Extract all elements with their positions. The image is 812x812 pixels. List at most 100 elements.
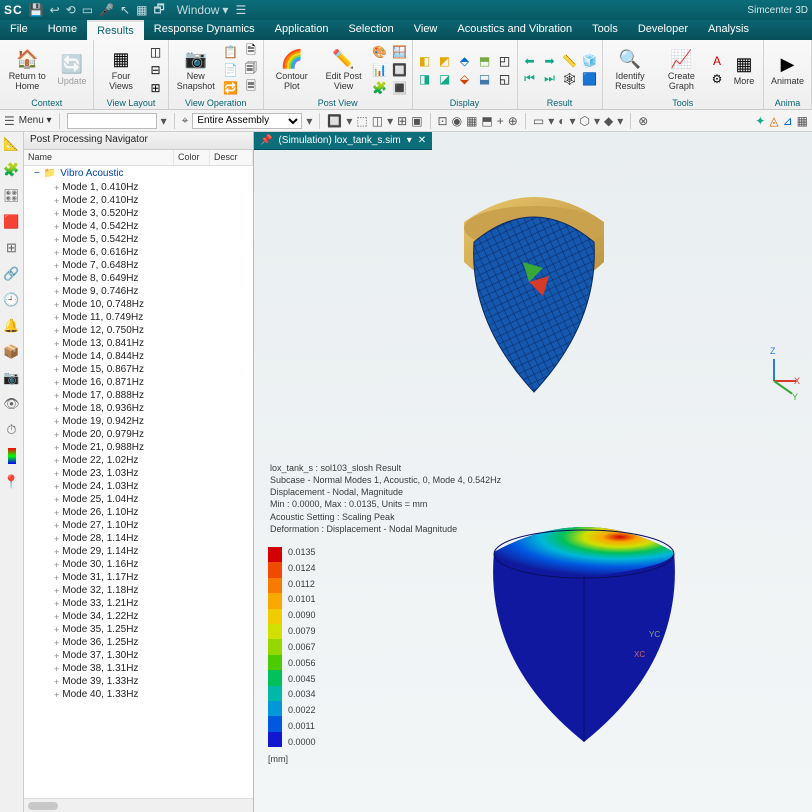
pv-c-icon[interactable]: 🧩 [371,80,387,96]
sb-cam-icon[interactable]: 📷 [4,370,20,386]
cube-h-icon[interactable]: ⬓ [477,71,493,87]
ts-n-icon[interactable]: ⬡ [580,114,590,128]
tree-item-mode[interactable]: +Mode 28, 1.14Hz [24,532,253,545]
filter-icon[interactable]: ⌖ [182,113,189,128]
col-name[interactable]: Name [24,150,174,165]
cube-f-icon[interactable]: ⬙ [457,71,473,87]
sb-pin-icon[interactable]: 📍 [4,474,20,490]
ts-k-icon[interactable]: ⊕ [508,114,518,128]
cube-d-icon[interactable]: ◪ [437,71,453,87]
tree-item-mode[interactable]: +Mode 7, 0.648Hz [24,259,253,272]
ts-p-icon[interactable]: ⊗ [638,114,648,128]
next-icon[interactable]: ➡ [542,53,558,69]
tab-selection[interactable]: Selection [338,20,403,40]
tree-item-mode[interactable]: +Mode 14, 0.844Hz [24,350,253,363]
col-color[interactable]: Color [174,150,210,165]
tree-item-mode[interactable]: +Mode 5, 0.542Hz [24,233,253,246]
cube-j-icon[interactable]: ◱ [497,71,513,87]
contour-plot-button[interactable]: 🌈Contour Plot [268,45,316,94]
identify-results-button[interactable]: 🔍Identify Results [607,45,654,94]
tree-item-mode[interactable]: +Mode 18, 0.936Hz [24,402,253,415]
tab-acoustics-and-vibration[interactable]: Acoustics and Vibration [447,20,582,40]
cube-b-icon[interactable]: ◨ [417,71,433,87]
tree-item-mode[interactable]: +Mode 4, 0.542Hz [24,220,253,233]
ts-i-icon[interactable]: ⬒ [481,114,492,128]
cube-e-icon[interactable]: ⬘ [457,53,473,69]
ts-r-icon[interactable]: ◬ [769,114,778,128]
tab-file[interactable]: File [0,20,38,40]
layout-icon[interactable]: 🗗 [153,0,164,21]
edit-post-view-button[interactable]: ✏️Edit Post View [320,45,368,94]
more-button[interactable]: ▦More [729,50,759,89]
tree-item-mode[interactable]: +Mode 34, 1.22Hz [24,610,253,623]
navigator-list[interactable]: −📁Vibro Acoustic +Mode 1, 0.410Hz+Mode 2… [24,166,253,798]
ts-a-icon[interactable]: 🔲 [327,114,342,128]
tree-root-vibro[interactable]: −📁Vibro Acoustic [24,166,253,181]
tab-developer[interactable]: Developer [628,20,698,40]
tree-item-mode[interactable]: +Mode 20, 0.979Hz [24,428,253,441]
document-tab[interactable]: 📌 (Simulation) lox_tank_s.sim ▾ ✕ [254,132,432,150]
search-field[interactable] [67,113,157,129]
ts-d-icon[interactable]: ⊞ [397,114,407,128]
ts-j-icon[interactable]: + [497,114,504,128]
tree-item-mode[interactable]: +Mode 3, 0.520Hz [24,207,253,220]
tree-item-mode[interactable]: +Mode 33, 1.21Hz [24,597,253,610]
pv-d-icon[interactable]: 🪟 [391,44,407,60]
sb-part-icon[interactable]: 📐 [4,136,20,152]
tree-item-mode[interactable]: +Mode 15, 0.867Hz [24,363,253,376]
tab-results[interactable]: Results [87,20,144,40]
cube-c-icon[interactable]: ◩ [437,53,453,69]
tree-item-mode[interactable]: +Mode 23, 1.03Hz [24,467,253,480]
tree-item-mode[interactable]: +Mode 36, 1.25Hz [24,636,253,649]
sb-bell-icon[interactable]: 🔔 [4,318,20,334]
font-icon[interactable]: A [709,53,725,69]
copy-icon[interactable]: 📋 [223,44,239,60]
tab-response-dynamics[interactable]: Response Dynamics [144,20,265,40]
tree-item-mode[interactable]: +Mode 32, 1.18Hz [24,584,253,597]
tree-item-mode[interactable]: +Mode 6, 0.616Hz [24,246,253,259]
cube-i-icon[interactable]: ◰ [497,53,513,69]
tree-item-mode[interactable]: +Mode 25, 1.04Hz [24,493,253,506]
tree-item-mode[interactable]: +Mode 11, 0.749Hz [24,311,253,324]
ts-o-icon[interactable]: ◆ [604,114,613,128]
layout-c-icon[interactable]: ⊞ [148,80,164,96]
ts-c-icon[interactable]: ◫ [372,114,383,128]
sync-icon[interactable]: 🔁 [223,80,239,96]
navigator-hscroll[interactable] [24,798,253,812]
ts-t-icon[interactable]: ▦ [797,114,808,128]
col-desc[interactable]: Descr [210,150,253,165]
tree-item-mode[interactable]: +Mode 17, 0.888Hz [24,389,253,402]
new-snapshot-button[interactable]: 📷New Snapshot [173,45,219,94]
ts-m-icon[interactable]: ◐ [558,114,565,128]
pin-icon[interactable]: 📌 [260,135,272,146]
ts-g-icon[interactable]: ◉ [452,114,462,128]
viewport[interactable]: 📌 (Simulation) lox_tank_s.sim ▾ ✕ [254,132,812,812]
mic-icon[interactable]: 🎤 [99,3,114,17]
pv-e-icon[interactable]: 🔲 [391,62,407,78]
four-views-button[interactable]: ▦Four Views [98,45,143,94]
tree-item-mode[interactable]: +Mode 10, 0.748Hz [24,298,253,311]
res-a-icon[interactable]: 🧊 [582,53,598,69]
tree-item-mode[interactable]: +Mode 26, 1.10Hz [24,506,253,519]
grid-icon[interactable]: ▦ [136,3,147,17]
sb-grid-icon[interactable]: ⊞ [4,240,20,256]
ts-f-icon[interactable]: ⊡ [438,114,448,128]
ts-s-icon[interactable]: ⊿ [783,114,793,128]
sb-assy-icon[interactable]: 🧩 [4,162,20,178]
tree-item-mode[interactable]: +Mode 21, 0.988Hz [24,441,253,454]
save-icon[interactable]: 💾 [29,3,44,17]
create-graph-button[interactable]: 📈Create Graph [658,45,705,94]
cube-g-icon[interactable]: ⬒ [477,53,493,69]
tree-item-mode[interactable]: +Mode 40, 1.33Hz [24,688,253,701]
tree-item-mode[interactable]: +Mode 37, 1.30Hz [24,649,253,662]
ts-l-icon[interactable]: ▭ [533,114,544,128]
undo-icon[interactable]: ↩ [50,3,60,17]
sb-legend-icon[interactable] [8,448,16,464]
return-home-button[interactable]: 🏠Return to Home [4,45,50,94]
sb-sim-icon[interactable]: 🎛 [4,188,20,204]
tree-item-mode[interactable]: +Mode 30, 1.16Hz [24,558,253,571]
tree-item-mode[interactable]: +Mode 38, 1.31Hz [24,662,253,675]
menu-dropdown[interactable]: Menu ▾ [19,115,52,126]
sb-eye-icon[interactable]: 👁 [4,396,20,412]
sb-link-icon[interactable]: 🔗 [4,266,20,282]
